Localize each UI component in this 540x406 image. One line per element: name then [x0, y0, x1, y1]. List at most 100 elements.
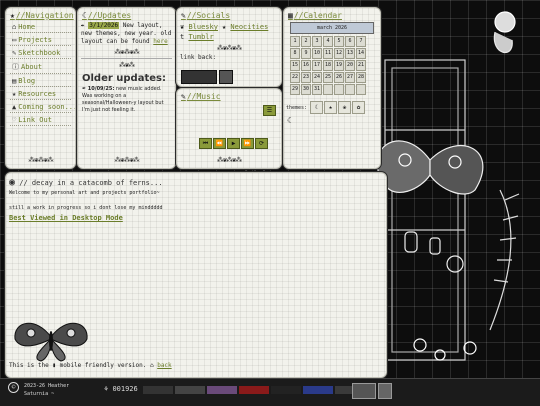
calendar-day[interactable]: 11 — [323, 48, 333, 59]
nav-item-about[interactable]: ⓘ About — [10, 61, 71, 74]
calendar-day[interactable]: 20 — [345, 60, 355, 71]
copyright-icon: © — [8, 382, 19, 393]
older-updates-title: Older updates: — [82, 73, 166, 84]
footer-badge[interactable] — [378, 383, 392, 399]
navigation-list: ⌂ Home ▭ Projects ✎ Sketchbook ⓘ About ▤ Blog ★ Res… — [6, 22, 75, 126]
navigation-panel: ★//Navigation ⌂ Home ▭ Projects ✎ Sketchbook ⓘ… — [5, 7, 76, 169]
welcome-text: Welcome to my personal art and projects … — [9, 190, 160, 196]
calendar-day[interactable]: 7 — [356, 36, 366, 47]
button-badge[interactable] — [143, 386, 173, 394]
calendar-day[interactable]: 31 — [312, 84, 322, 95]
calendar-day[interactable]: 9 — [301, 48, 311, 59]
socials-list: ❦ Bluesky ★ Neocities t Tumblr — [180, 22, 278, 42]
ornament-divider: ⁂❦⁂❦⁂ — [216, 44, 242, 52]
older-update: ✒ 10/09/25: new music added. Was working… — [82, 86, 171, 114]
themes-label: themes: — [286, 105, 308, 111]
social-link-tumblr[interactable]: t Tumblr — [180, 33, 214, 41]
ornament-divider: ⁂❦⁂❦⁂ — [114, 156, 139, 164]
calendar-day[interactable]: 30 — [301, 84, 311, 95]
music-panel: ✎//Music ☰ ⏮ ⏪ ▶ ⏩ ⟳ ⁂❦⁂❦⁂ — [176, 88, 282, 169]
ornament-divider: ⁂❦⁂❦⁂ — [28, 156, 53, 164]
link-back-button[interactable] — [181, 70, 217, 84]
calendar-day[interactable]: 15 — [290, 60, 300, 71]
pencil-icon: ✎ — [12, 49, 17, 57]
wip-text: still a work in progress so i dont lose … — [9, 205, 163, 211]
nav-item-home[interactable]: ⌂ Home — [10, 22, 71, 33]
calendar-day[interactable]: 17 — [312, 60, 322, 71]
loop-button[interactable]: ⟳ — [255, 138, 268, 149]
playlist-toggle-button[interactable]: ☰ — [263, 105, 276, 116]
calendar-day[interactable]: 24 — [312, 72, 322, 83]
social-link-neocities[interactable]: ★ Neocities — [222, 23, 268, 31]
calendar-day[interactable]: 1 — [290, 36, 300, 47]
book-icon: ▤ — [12, 77, 17, 85]
button-badge[interactable] — [271, 386, 301, 394]
calendar-day[interactable]: 3 — [312, 36, 322, 47]
calendar-day[interactable]: 6 — [345, 36, 355, 47]
nav-item-coming-soon[interactable]: ▲ Coming soon... — [10, 102, 75, 113]
footer-credit: 2023-26 Heather Saturnia ~ — [24, 383, 70, 397]
navigation-header: ★//Navigation — [10, 11, 74, 20]
nav-item-resources[interactable]: ★ Resources — [10, 89, 71, 100]
calendar-day[interactable]: 23 — [301, 72, 311, 83]
main-title-row: ◉ // decay in a catacomb of ferns... — [9, 177, 383, 188]
button-badge[interactable] — [303, 386, 333, 394]
calendar-day[interactable]: 25 — [323, 72, 333, 83]
previous-button[interactable]: ⏮ — [199, 138, 212, 149]
calendar-day[interactable]: 28 — [356, 72, 366, 83]
forward-button[interactable]: ⏩ — [241, 138, 254, 149]
calendar-day[interactable]: 5 — [334, 36, 344, 47]
main-panel: ◉ // decay in a catacomb of ferns... Wel… — [5, 172, 387, 378]
star-icon: ★ — [12, 90, 17, 98]
pencil-icon: ✎ — [181, 11, 186, 20]
nav-item-projects[interactable]: ▭ Projects — [10, 35, 71, 46]
nav-item-sketchbook[interactable]: ✎ Sketchbook — [10, 48, 71, 59]
nav-item-blog[interactable]: ▤ Blog — [10, 76, 71, 87]
calendar-day[interactable]: 10 — [312, 48, 322, 59]
star-icon: ★ — [10, 11, 15, 20]
ornament-divider: ⁂❦⁂❦⁂ — [114, 48, 139, 56]
calendar-month-banner: march 2026 — [290, 22, 374, 34]
calendar-day[interactable]: 22 — [290, 72, 300, 83]
ornament-divider: ⁂❦⁂❦⁂ — [216, 156, 242, 164]
calendar-empty-cell — [345, 84, 355, 95]
calendar-day[interactable]: 26 — [334, 72, 344, 83]
theme-button[interactable]: ☾ — [310, 101, 324, 114]
calendar-day[interactable]: 27 — [345, 72, 355, 83]
updates-header: ☾//Updates — [82, 11, 132, 20]
play-button[interactable]: ▶ — [227, 138, 240, 149]
moon-icon: ☾ — [287, 116, 292, 125]
folder-icon: ▭ — [12, 36, 17, 44]
calendar-day[interactable]: 21 — [356, 60, 366, 71]
calendar-day[interactable]: 12 — [334, 48, 344, 59]
calendar-empty-cell — [323, 84, 333, 95]
theme-button[interactable]: ❀ — [338, 101, 352, 114]
back-link[interactable]: back — [157, 362, 171, 369]
calendar-day[interactable]: 4 — [323, 36, 333, 47]
calendar-day[interactable]: 19 — [334, 60, 344, 71]
old-layout-link[interactable]: here — [153, 38, 167, 45]
calendar-day[interactable]: 18 — [323, 60, 333, 71]
calendar-day[interactable]: 2 — [301, 36, 311, 47]
home-icon: ⌂ — [149, 362, 154, 369]
calendar-day[interactable]: 14 — [356, 48, 366, 59]
link-back-label: link back: — [180, 54, 217, 61]
button-badge[interactable] — [175, 386, 205, 394]
link-back-button-alt[interactable] — [219, 70, 233, 84]
socials-header: ✎//Socials — [181, 11, 231, 20]
theme-button[interactable]: ✿ — [352, 101, 366, 114]
made-with-badge[interactable] — [352, 383, 376, 399]
theme-button[interactable]: ★ — [324, 101, 338, 114]
nav-item-link-out[interactable]: ♡ Link Out — [10, 115, 71, 126]
button-badge[interactable] — [207, 386, 237, 394]
calendar-day[interactable]: 16 — [301, 60, 311, 71]
calendar-day[interactable]: 29 — [290, 84, 300, 95]
calendar-icon: ▦ — [288, 11, 293, 20]
latest-update: ✒ 3/1/2026 New layout, new themes, new y… — [81, 22, 172, 46]
button-badge[interactable] — [239, 386, 269, 394]
footer: © 2023-26 Heather Saturnia ~ ⚘ 001926 — [0, 378, 540, 406]
calendar-day[interactable]: 8 — [290, 48, 300, 59]
social-link-bluesky[interactable]: ❦ Bluesky — [180, 23, 218, 31]
calendar-day[interactable]: 13 — [345, 48, 355, 59]
rewind-button[interactable]: ⏪ — [213, 138, 226, 149]
